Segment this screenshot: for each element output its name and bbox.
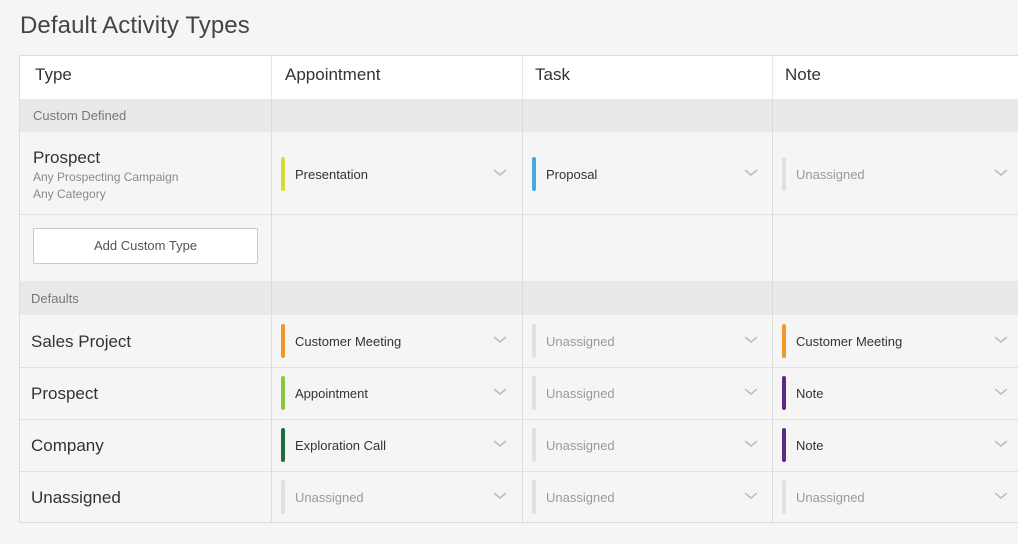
task-select[interactable]: Unassigned bbox=[532, 324, 760, 360]
note-select[interactable]: Unassigned bbox=[782, 480, 1010, 516]
note-select[interactable]: Unassigned bbox=[782, 157, 1010, 193]
chevron-down-icon bbox=[744, 336, 758, 344]
chevron-down-icon bbox=[493, 388, 507, 396]
select-value: Proposal bbox=[546, 167, 598, 182]
add-custom-type-button[interactable]: Add Custom Type bbox=[33, 228, 258, 264]
column-header-task: Task bbox=[535, 65, 570, 84]
select-value: Unassigned bbox=[546, 490, 615, 505]
select-value: Note bbox=[796, 438, 824, 453]
select-value: Presentation bbox=[295, 167, 368, 182]
row-label: Prospect bbox=[31, 384, 99, 403]
row-sublabel: Any Category bbox=[33, 187, 106, 201]
color-indicator bbox=[281, 324, 285, 358]
section-label: Defaults bbox=[31, 291, 79, 306]
column-header-appointment: Appointment bbox=[285, 65, 381, 84]
select-value: Note bbox=[796, 386, 824, 401]
color-indicator bbox=[532, 480, 536, 514]
color-indicator bbox=[281, 376, 285, 410]
appointment-select[interactable]: Presentation bbox=[281, 157, 509, 193]
chevron-down-icon bbox=[744, 169, 758, 177]
row-label: Unassigned bbox=[31, 488, 121, 507]
note-select[interactable]: Customer Meeting bbox=[782, 324, 1010, 360]
chevron-down-icon bbox=[493, 440, 507, 448]
row-label: Company bbox=[31, 436, 104, 455]
color-indicator bbox=[782, 324, 786, 358]
row-label: Sales Project bbox=[31, 332, 132, 351]
color-indicator bbox=[281, 428, 285, 462]
color-indicator bbox=[782, 480, 786, 514]
chevron-down-icon bbox=[994, 388, 1008, 396]
color-indicator bbox=[281, 157, 285, 191]
activity-types-table: Type Appointment Task Note Custom Define… bbox=[19, 55, 1018, 523]
task-select[interactable]: Unassigned bbox=[532, 376, 760, 412]
select-value: Unassigned bbox=[546, 386, 615, 401]
chevron-down-icon bbox=[994, 440, 1008, 448]
appointment-select[interactable]: Exploration Call bbox=[281, 428, 509, 464]
color-indicator bbox=[532, 157, 536, 191]
select-value: Customer Meeting bbox=[295, 334, 402, 349]
chevron-down-icon bbox=[994, 492, 1008, 500]
select-value: Exploration Call bbox=[295, 438, 387, 453]
appointment-select[interactable]: Unassigned bbox=[281, 480, 509, 516]
task-select[interactable]: Proposal bbox=[532, 157, 760, 193]
select-value: Unassigned bbox=[796, 490, 865, 505]
section-label: Custom Defined bbox=[33, 108, 127, 123]
color-indicator bbox=[532, 376, 536, 410]
select-value: Unassigned bbox=[546, 438, 615, 453]
note-select[interactable]: Note bbox=[782, 376, 1010, 412]
chevron-down-icon bbox=[994, 336, 1008, 344]
chevron-down-icon bbox=[744, 388, 758, 396]
chevron-down-icon bbox=[994, 169, 1008, 177]
row-sublabel: Any Prospecting Campaign bbox=[33, 170, 179, 184]
appointment-select[interactable]: Appointment bbox=[281, 376, 509, 412]
task-select[interactable]: Unassigned bbox=[532, 480, 760, 516]
appointment-select[interactable]: Customer Meeting bbox=[281, 324, 509, 360]
select-value: Unassigned bbox=[796, 167, 865, 182]
color-indicator bbox=[532, 428, 536, 462]
section-defaults: Defaults bbox=[20, 281, 1018, 315]
chevron-down-icon bbox=[493, 336, 507, 344]
note-select[interactable]: Note bbox=[782, 428, 1010, 464]
chevron-down-icon bbox=[744, 440, 758, 448]
color-indicator bbox=[782, 428, 786, 462]
color-indicator bbox=[782, 157, 786, 191]
select-value: Unassigned bbox=[546, 334, 615, 349]
section-custom-defined: Custom Defined bbox=[20, 99, 1018, 132]
table-header: Type Appointment Task Note bbox=[20, 56, 1018, 99]
select-value: Customer Meeting bbox=[796, 334, 903, 349]
task-select[interactable]: Unassigned bbox=[532, 428, 760, 464]
chevron-down-icon bbox=[493, 169, 507, 177]
chevron-down-icon bbox=[744, 492, 758, 500]
color-indicator bbox=[782, 376, 786, 410]
chevron-down-icon bbox=[493, 492, 507, 500]
color-indicator bbox=[532, 324, 536, 358]
column-header-note: Note bbox=[785, 65, 821, 84]
select-value: Unassigned bbox=[295, 490, 364, 505]
select-value: Appointment bbox=[295, 386, 368, 401]
row-label: Prospect bbox=[33, 148, 101, 167]
page-title: Default Activity Types bbox=[20, 12, 250, 39]
color-indicator bbox=[281, 480, 285, 514]
column-header-type: Type bbox=[35, 65, 72, 84]
